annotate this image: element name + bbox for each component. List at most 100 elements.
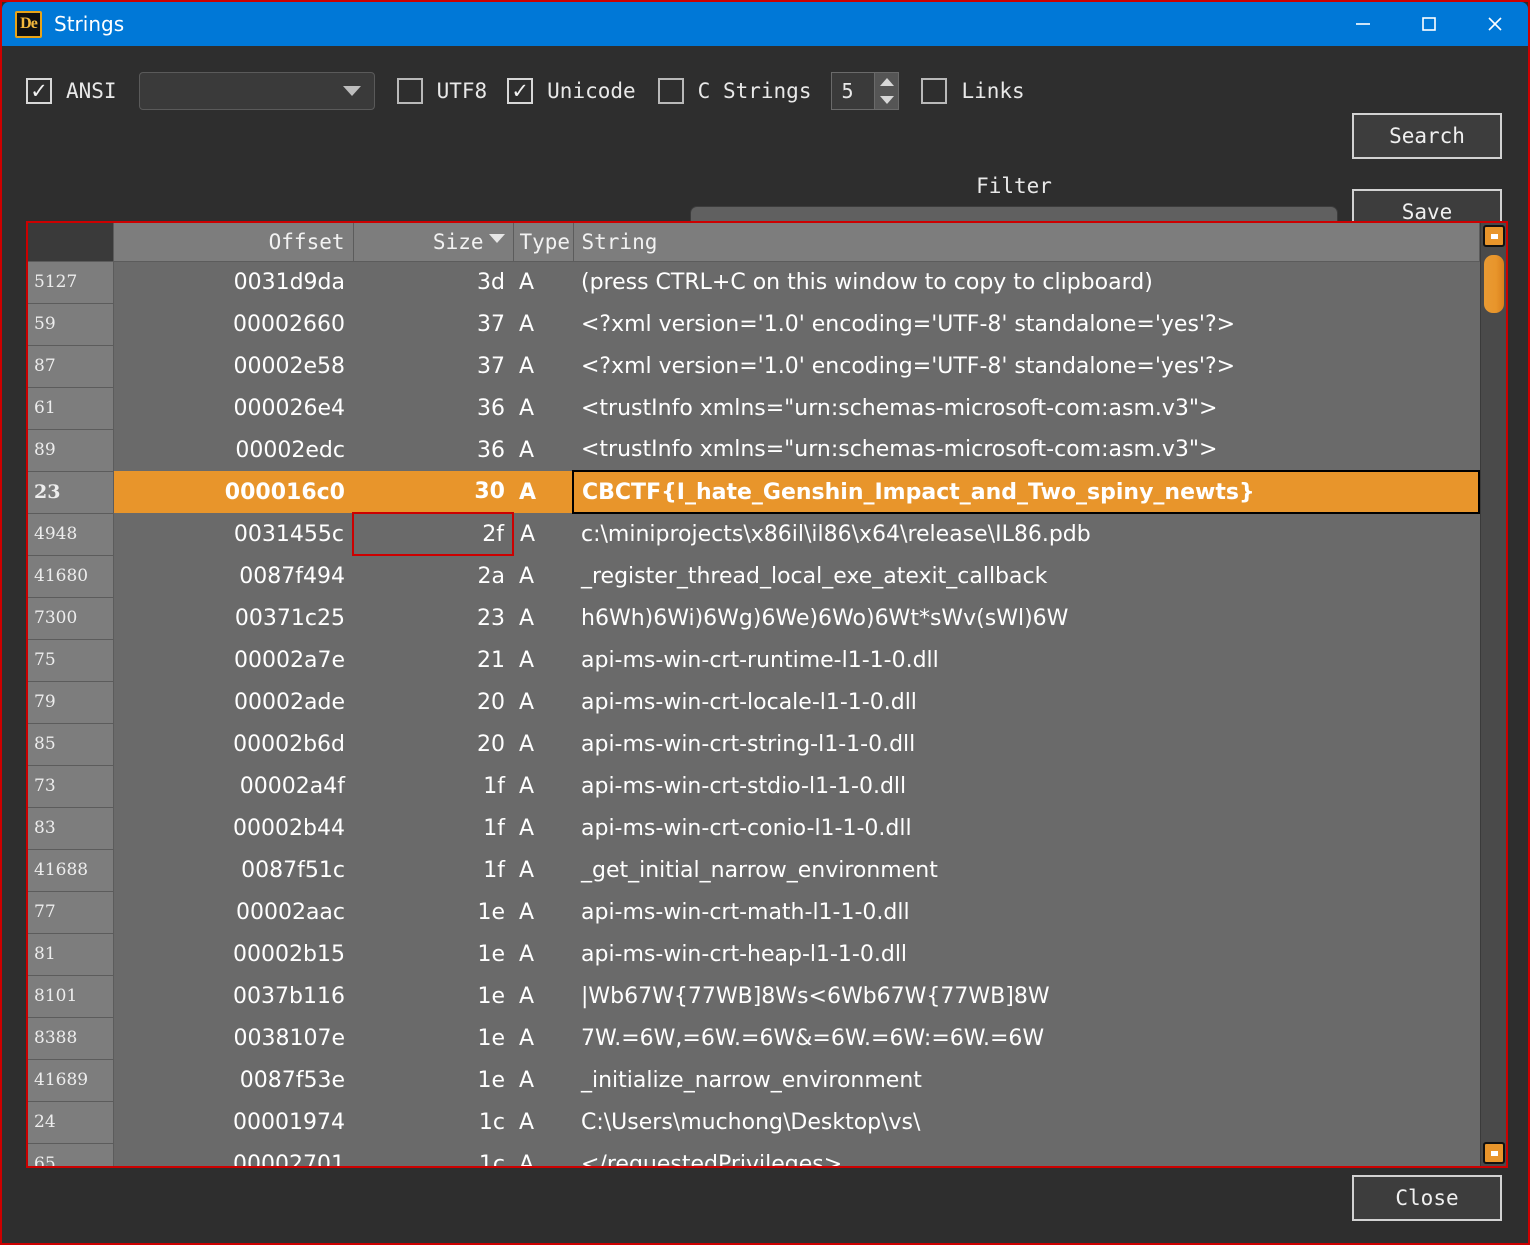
row-string-cell[interactable]: api-ms-win-crt-stdio-l1-1-0.dll — [573, 765, 1479, 807]
row-string-cell[interactable]: _get_initial_narrow_environment — [573, 849, 1479, 891]
row-index-cell[interactable]: 5127 — [28, 261, 113, 303]
scroll-down-icon[interactable] — [1483, 1142, 1505, 1164]
row-type-cell[interactable]: A — [513, 765, 573, 807]
row-string-cell[interactable]: 7W.=6W,=6W.=6W&=6W.=6W:=6W.=6W — [573, 1017, 1479, 1059]
table-row[interactable]: 24000019741cAC:\Users\muchong\Desktop\vs… — [28, 1101, 1479, 1143]
row-size-cell[interactable]: 1e — [353, 933, 513, 975]
links-option[interactable]: Links — [921, 78, 1024, 104]
row-type-cell[interactable]: A — [513, 975, 573, 1017]
row-type-cell[interactable]: A — [513, 639, 573, 681]
row-string-cell[interactable]: c:\miniprojects\x86il\il86\x64\release\I… — [573, 513, 1479, 555]
row-size-cell[interactable]: 2f — [353, 513, 513, 555]
row-size-cell[interactable]: 36 — [353, 387, 513, 429]
close-dialog-button[interactable]: Close — [1352, 1175, 1502, 1221]
utf8-checkbox[interactable] — [397, 78, 423, 104]
row-type-cell[interactable]: A — [513, 1143, 573, 1166]
row-index-cell[interactable]: 41689 — [28, 1059, 113, 1101]
column-header-offset[interactable]: Offset — [113, 223, 353, 261]
row-type-cell[interactable]: A — [513, 597, 573, 639]
row-index-cell[interactable]: 61 — [28, 387, 113, 429]
row-offset-cell[interactable]: 0087f51c — [113, 849, 353, 891]
stepper-buttons[interactable] — [874, 73, 898, 109]
row-type-cell[interactable]: A — [513, 933, 573, 975]
search-button[interactable]: Search — [1352, 113, 1502, 159]
row-offset-cell[interactable]: 0087f494 — [113, 555, 353, 597]
row-index-cell[interactable]: 24 — [28, 1101, 113, 1143]
row-size-cell[interactable]: 23 — [353, 597, 513, 639]
row-size-cell[interactable]: 1e — [353, 1059, 513, 1101]
table-row[interactable]: 416880087f51c1fA_get_initial_narrow_envi… — [28, 849, 1479, 891]
row-size-cell[interactable]: 36 — [353, 429, 513, 471]
row-string-cell[interactable]: h6Wh)6Wi)6Wg)6We)6Wo)6Wt*sWv(sWl)6W — [573, 597, 1479, 639]
row-index-cell[interactable]: 4948 — [28, 513, 113, 555]
row-size-cell[interactable]: 1f — [353, 849, 513, 891]
row-offset-cell[interactable]: 0087f53e — [113, 1059, 353, 1101]
row-offset-cell[interactable]: 00002b44 — [113, 807, 353, 849]
table-row[interactable]: 7300002a4f1fAapi-ms-win-crt-stdio-l1-1-0… — [28, 765, 1479, 807]
row-type-cell[interactable]: A — [513, 555, 573, 597]
row-type-cell[interactable]: A — [513, 723, 573, 765]
row-size-cell[interactable]: 1c — [353, 1101, 513, 1143]
row-type-cell[interactable]: A — [513, 891, 573, 933]
row-index-cell[interactable]: 79 — [28, 681, 113, 723]
row-string-cell[interactable]: _register_thread_local_exe_atexit_callba… — [573, 555, 1479, 597]
row-string-cell[interactable]: <trustInfo xmlns="urn:schemas-microsoft-… — [573, 429, 1479, 471]
row-size-cell[interactable]: 37 — [353, 345, 513, 387]
row-offset-cell[interactable]: 000016c0 — [113, 471, 353, 513]
row-index-cell[interactable]: 7300 — [28, 597, 113, 639]
row-size-cell[interactable]: 20 — [353, 681, 513, 723]
row-type-cell[interactable]: A — [513, 681, 573, 723]
close-button[interactable] — [1462, 2, 1528, 46]
row-string-cell[interactable]: <?xml version='1.0' encoding='UTF-8' sta… — [573, 345, 1479, 387]
min-length-value[interactable]: 5 — [832, 79, 853, 103]
ansi-option[interactable]: ✓ ANSI — [26, 78, 117, 104]
stepper-down-icon[interactable] — [880, 96, 894, 104]
table-row[interactable]: 730000371c2523Ah6Wh)6Wi)6Wg)6We)6Wo)6Wt*… — [28, 597, 1479, 639]
row-size-cell[interactable]: 30 — [353, 471, 513, 513]
row-size-cell[interactable]: 2a — [353, 555, 513, 597]
row-offset-cell[interactable]: 0031455c — [113, 513, 353, 555]
row-index-cell[interactable]: 41680 — [28, 555, 113, 597]
minimize-button[interactable] — [1330, 2, 1396, 46]
table-row[interactable]: 8100002b151eAapi-ms-win-crt-heap-l1-1-0.… — [28, 933, 1479, 975]
row-type-cell[interactable]: A — [513, 1101, 573, 1143]
table-row[interactable]: 23000016c030ACBCTF{I_hate_Genshin_Impact… — [28, 471, 1479, 513]
row-size-cell[interactable]: 1e — [353, 1017, 513, 1059]
row-index-cell[interactable]: 41688 — [28, 849, 113, 891]
stepper-up-icon[interactable] — [880, 78, 894, 86]
row-size-cell[interactable]: 1f — [353, 765, 513, 807]
row-string-cell[interactable]: CBCTF{I_hate_Genshin_Impact_and_Two_spin… — [573, 471, 1479, 513]
row-string-cell[interactable]: C:\Users\muchong\Desktop\vs\ — [573, 1101, 1479, 1143]
row-index-cell[interactable]: 8388 — [28, 1017, 113, 1059]
row-offset-cell[interactable]: 0031d9da — [113, 261, 353, 303]
column-header-string[interactable]: String — [573, 223, 1479, 261]
row-size-cell[interactable]: 3d — [353, 261, 513, 303]
row-offset-cell[interactable]: 00002660 — [113, 303, 353, 345]
row-type-cell[interactable]: A — [513, 1059, 573, 1101]
row-type-cell[interactable]: A — [513, 345, 573, 387]
row-offset-cell[interactable]: 00002b6d — [113, 723, 353, 765]
utf8-option[interactable]: UTF8 — [397, 78, 488, 104]
table-row[interactable]: 8700002e5837A<?xml version='1.0' encodin… — [28, 345, 1479, 387]
row-string-cell[interactable]: |Wb67W{77WB]8Ws<6Wb67W{77WB]8W — [573, 975, 1479, 1017]
row-type-cell[interactable]: A — [513, 429, 573, 471]
table-row[interactable]: 81010037b1161eA|Wb67W{77WB]8Ws<6Wb67W{77… — [28, 975, 1479, 1017]
column-header-index[interactable] — [28, 223, 113, 261]
maximize-button[interactable] — [1396, 2, 1462, 46]
table-row[interactable]: 7900002ade20Aapi-ms-win-crt-locale-l1-1-… — [28, 681, 1479, 723]
row-offset-cell[interactable]: 00002ade — [113, 681, 353, 723]
links-checkbox[interactable] — [921, 78, 947, 104]
row-index-cell[interactable]: 87 — [28, 345, 113, 387]
table-row[interactable]: 8300002b441fAapi-ms-win-crt-conio-l1-1-0… — [28, 807, 1479, 849]
table-row[interactable]: 51270031d9da3dA(press CTRL+C on this win… — [28, 261, 1479, 303]
encoding-combobox[interactable] — [139, 72, 375, 110]
row-offset-cell[interactable]: 00002e58 — [113, 345, 353, 387]
row-offset-cell[interactable]: 00002edc — [113, 429, 353, 471]
row-index-cell[interactable]: 8101 — [28, 975, 113, 1017]
row-size-cell[interactable]: 21 — [353, 639, 513, 681]
row-offset-cell[interactable]: 00002aac — [113, 891, 353, 933]
row-string-cell[interactable]: api-ms-win-crt-math-l1-1-0.dll — [573, 891, 1479, 933]
row-string-cell[interactable]: <trustInfo xmlns="urn:schemas-microsoft-… — [573, 387, 1479, 429]
c-strings-checkbox[interactable] — [658, 78, 684, 104]
row-string-cell[interactable]: api-ms-win-crt-heap-l1-1-0.dll — [573, 933, 1479, 975]
